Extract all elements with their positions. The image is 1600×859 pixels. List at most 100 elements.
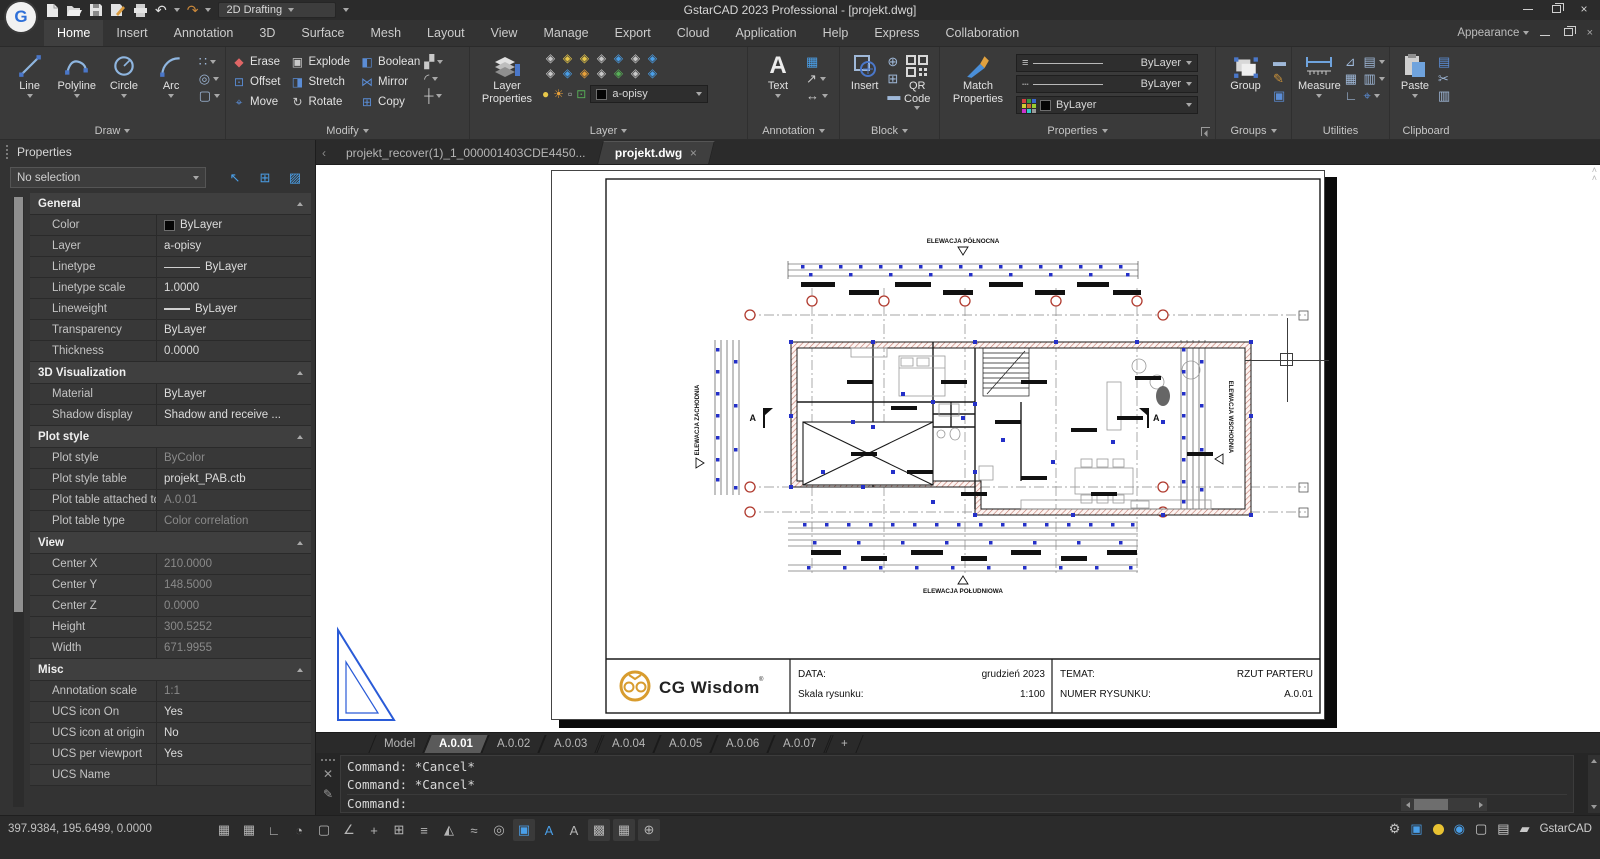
properties-dialog-launcher-icon[interactable] xyxy=(1201,127,1210,136)
property-value[interactable]: ByLayer xyxy=(156,299,311,319)
layout-tab-a-0-01[interactable]: A.0.01 xyxy=(424,735,489,753)
polyline-edit-button[interactable]: ∟ xyxy=(1345,89,1358,102)
drive-icon[interactable]: ▰ xyxy=(1520,821,1530,837)
layer-tool-icon[interactable]: ◈ xyxy=(559,67,576,82)
layout-tab-a-0-06[interactable]: A.0.06 xyxy=(711,735,776,753)
panel-label-block[interactable]: Block xyxy=(840,125,939,137)
lineweight-combo[interactable]: ≡ ByLayer xyxy=(1016,54,1198,72)
section-header-plot-style[interactable]: Plot style xyxy=(30,426,311,448)
measure-button[interactable]: Measure xyxy=(1298,52,1341,98)
panel-label-modify[interactable]: Modify xyxy=(226,125,469,137)
menu-tab-help[interactable]: Help xyxy=(810,20,862,46)
menu-tab-view[interactable]: View xyxy=(478,20,531,46)
workspace-icon[interactable]: ▩ xyxy=(588,819,610,841)
panel-label-draw[interactable]: Draw xyxy=(0,125,225,137)
ellipse-tools-button[interactable]: ◎ xyxy=(199,72,220,85)
layer-tool-icon[interactable]: ◈ xyxy=(576,67,593,82)
fillet-tools-button[interactable]: ▞ xyxy=(424,55,443,68)
property-value[interactable] xyxy=(156,765,311,785)
insert-button[interactable]: Insert xyxy=(846,52,883,93)
gstarcad-logo-icon[interactable]: G xyxy=(6,2,36,32)
paste-special-button[interactable]: ▤ xyxy=(1438,55,1450,68)
layout-tab-a-0-05[interactable]: A.0.05 xyxy=(653,735,718,753)
copy-clip-button[interactable]: ▥ xyxy=(1438,89,1450,102)
layer-freeze-icon[interactable]: ☀ xyxy=(553,87,564,101)
layer-tool-icon[interactable]: ◈ xyxy=(559,52,576,67)
array-tools-button[interactable]: ┼ xyxy=(424,89,443,102)
scroll-left-icon[interactable] xyxy=(1401,798,1414,811)
circle-button[interactable]: Circle xyxy=(100,52,147,98)
dynamic-input-icon[interactable]: ≡ xyxy=(413,819,435,841)
group-button[interactable]: Group xyxy=(1222,52,1269,93)
collapse-icon[interactable] xyxy=(297,371,303,375)
menu-tab-export[interactable]: Export xyxy=(602,20,664,46)
doc-close-button[interactable]: × xyxy=(1584,27,1596,39)
hscroll-thumb[interactable] xyxy=(1414,799,1448,810)
modify-mirror-button[interactable]: ⋈Mirror xyxy=(360,75,420,89)
collapse-icon[interactable] xyxy=(297,668,303,672)
section-header-general[interactable]: General xyxy=(30,193,311,215)
collapse-icon[interactable] xyxy=(297,202,303,206)
layer-properties-button[interactable]: Layer Properties xyxy=(476,52,538,105)
doc-restore-button[interactable] xyxy=(1561,27,1576,39)
layer-tool-icon[interactable]: ◈ xyxy=(610,52,627,67)
palette-scrollbar-thumb[interactable] xyxy=(14,197,23,612)
minimize-button[interactable] xyxy=(1514,0,1542,18)
command-edit-icon[interactable]: ✎ xyxy=(323,787,333,801)
qr-code-button[interactable]: QR Code xyxy=(900,52,934,110)
layer-tool-icon[interactable]: ◈ xyxy=(542,67,559,82)
ortho-mode-icon[interactable]: ∟ xyxy=(263,819,285,841)
doc-tab-close-icon[interactable]: × xyxy=(690,146,697,160)
linetype-combo[interactable]: ┄ ByLayer xyxy=(1016,75,1198,93)
panel-label-layer[interactable]: Layer xyxy=(470,125,747,137)
menu-tab-mesh[interactable]: Mesh xyxy=(357,20,414,46)
paste-button[interactable]: Paste xyxy=(1396,52,1434,98)
assistant-icon[interactable]: ◉ xyxy=(1454,821,1465,837)
menu-tab-layout[interactable]: Layout xyxy=(414,20,478,46)
annotation-scale-icon[interactable]: A xyxy=(563,819,585,841)
panel-label-utilities[interactable]: Utilities xyxy=(1292,125,1389,137)
snap-mode-icon[interactable]: ▦ xyxy=(238,819,260,841)
text-button[interactable]: A Text xyxy=(754,52,802,98)
settings-gear-icon[interactable]: ⚙ xyxy=(1389,821,1401,837)
layout-tab-a-0-03[interactable]: A.0.03 xyxy=(539,735,604,753)
grid-display-icon[interactable]: ▦ xyxy=(213,819,235,841)
modify-explode-button[interactable]: ▣Explode xyxy=(290,55,350,69)
palette-scrollbar[interactable] xyxy=(13,197,24,807)
layer-tool-icon[interactable]: ◈ xyxy=(627,52,644,67)
properties-palette-header[interactable]: Properties xyxy=(0,140,315,164)
modify-copy-button[interactable]: ⊞Copy xyxy=(360,95,420,109)
object-color-combo[interactable]: ByLayer xyxy=(1016,96,1198,114)
appearance-button[interactable]: Appearance xyxy=(1457,27,1528,39)
menu-tab-manage[interactable]: Manage xyxy=(530,20,601,46)
menu-tab-3d[interactable]: 3D xyxy=(246,20,288,46)
doc-tab-projekt[interactable]: projekt.dwg × xyxy=(598,141,715,164)
layer-tool-icon[interactable]: ◈ xyxy=(542,52,559,67)
menu-tab-annotation[interactable]: Annotation xyxy=(161,20,247,46)
section-header-misc[interactable]: Misc xyxy=(30,659,311,681)
selection-cycling-icon[interactable]: ◎ xyxy=(488,819,510,841)
command-hscrollbar[interactable] xyxy=(1401,798,1487,811)
property-value[interactable]: ByLayer xyxy=(156,320,311,340)
lineweight-display-icon[interactable]: ◭ xyxy=(438,819,460,841)
layer-lock-icon[interactable]: ⊡ xyxy=(576,87,586,101)
command-grip-icon[interactable] xyxy=(321,759,335,761)
panel-label-properties[interactable]: Properties xyxy=(940,125,1215,137)
rectangle-tools-button[interactable]: ▢ xyxy=(199,89,220,102)
command-close-icon[interactable]: ✕ xyxy=(323,767,333,781)
isolate-objects-icon[interactable]: ⊕ xyxy=(638,819,660,841)
modify-erase-button[interactable]: ◆Erase xyxy=(232,55,280,69)
menu-tab-surface[interactable]: Surface xyxy=(288,20,357,46)
dynamic-ucs-icon[interactable]: ⊞ xyxy=(388,819,410,841)
snap-tracking-icon[interactable]: + xyxy=(363,819,385,841)
layer-plot-icon[interactable]: ▫ xyxy=(568,87,572,101)
menu-tab-insert[interactable]: Insert xyxy=(103,20,160,46)
layer-tool-icon[interactable]: ◈ xyxy=(644,52,661,67)
modify-rotate-button[interactable]: ↻Rotate xyxy=(290,95,350,109)
chamfer-tools-button[interactable]: ◜ xyxy=(424,72,443,85)
point-tools-button[interactable]: ∷ xyxy=(199,55,220,68)
menu-tab-collaboration[interactable]: Collaboration xyxy=(932,20,1032,46)
menu-tab-home[interactable]: Home xyxy=(44,20,103,46)
table-button[interactable]: ▦ xyxy=(806,55,828,68)
doc-minimize-button[interactable] xyxy=(1537,27,1553,39)
